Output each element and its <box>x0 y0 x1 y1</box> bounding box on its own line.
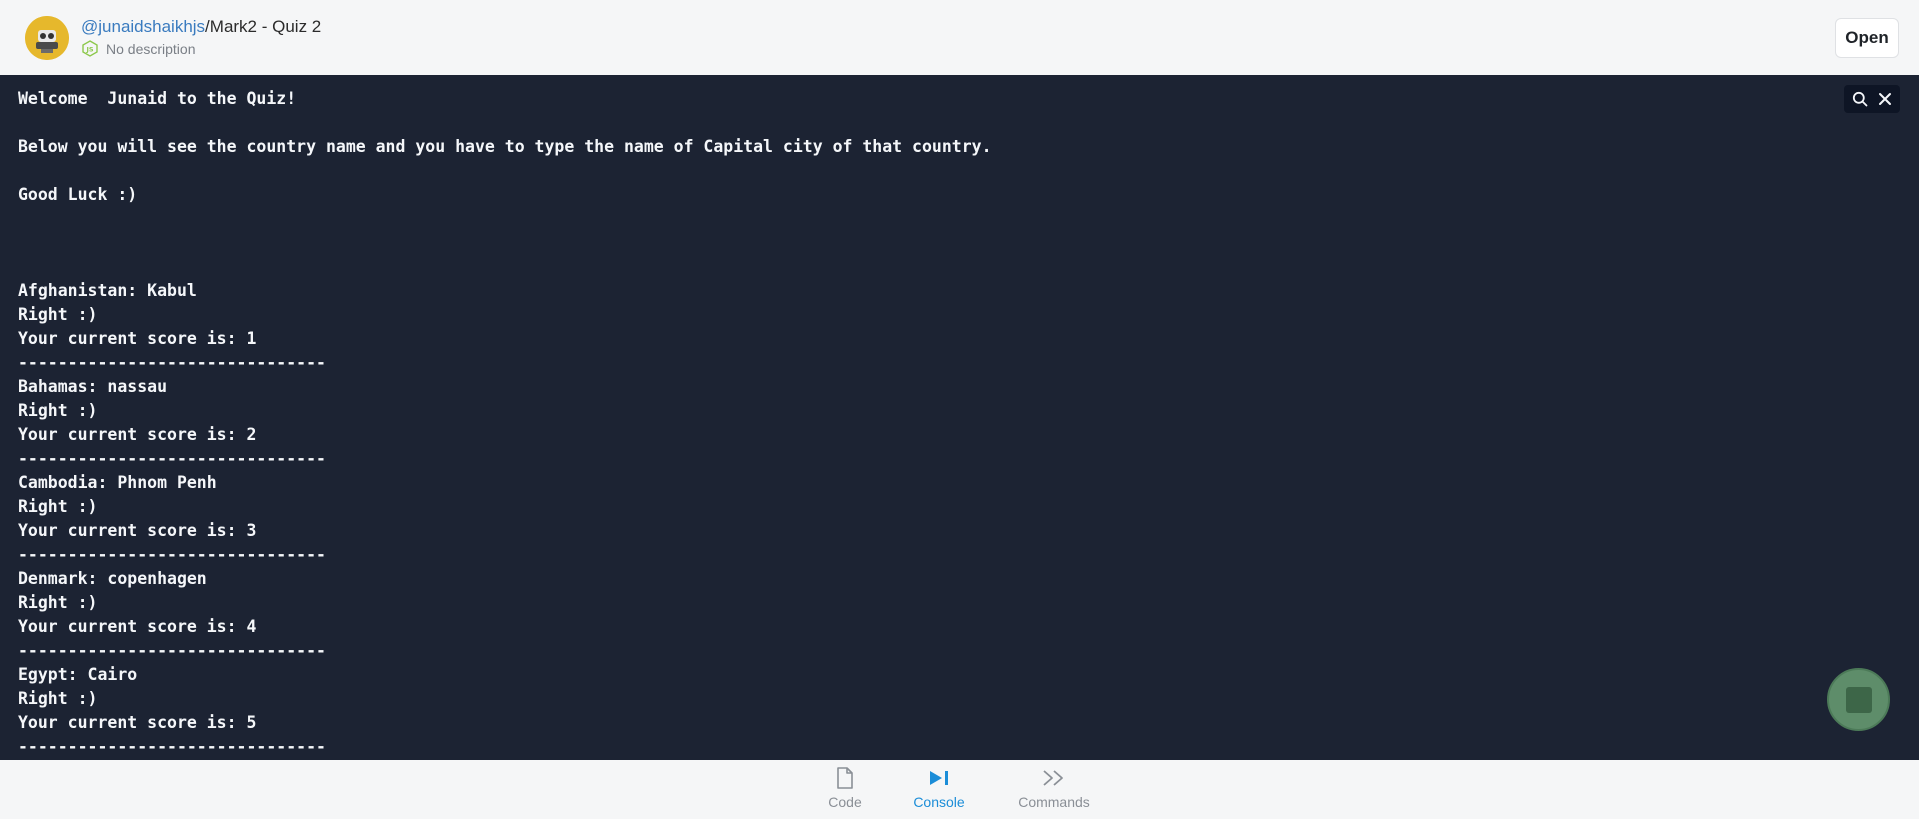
tab-console-label: Console <box>913 794 965 810</box>
console-line: Right :) <box>18 401 98 420</box>
console-line: Cambodia: Phnom Penh <box>18 473 217 492</box>
nodejs-icon: JS <box>82 40 98 57</box>
console-line: ------------------------------- <box>18 737 326 756</box>
stop-button[interactable] <box>1827 668 1890 731</box>
console-line: Right :) <box>18 497 98 516</box>
console-line: Right :) <box>18 305 98 324</box>
chevrons-right-icon <box>1041 766 1067 790</box>
tab-commands-label: Commands <box>1018 794 1090 810</box>
console-line: Your current score is: 1 <box>18 329 257 348</box>
console-line: Good Luck :) <box>18 185 138 204</box>
tab-console[interactable]: Console <box>894 766 984 816</box>
console-line: Your current score is: 3 <box>18 521 257 540</box>
description-text: No description <box>106 40 196 57</box>
tab-code-label: Code <box>828 794 862 810</box>
console-line: Your current score is: 4 <box>18 617 257 636</box>
svg-text:JS: JS <box>85 46 93 54</box>
console-toolbar <box>1844 85 1900 113</box>
console-line: Your current score is: 2 <box>18 425 257 444</box>
username-link[interactable]: @junaidshaikhjs <box>81 17 205 36</box>
console-line: ------------------------------- <box>18 353 326 372</box>
console-line: Below you will see the country name and … <box>18 137 992 156</box>
stop-icon <box>1845 686 1872 713</box>
console-output: Welcome Junaid to the Quiz! Below you wil… <box>18 87 992 760</box>
console-line: Denmark: copenhagen <box>18 569 207 588</box>
console-line: Welcome Junaid to the Quiz! <box>18 89 297 108</box>
close-icon[interactable] <box>1874 88 1896 110</box>
console-line: Egypt: Cairo <box>18 665 138 684</box>
console-line: Right :) <box>18 689 98 708</box>
repl-title: @junaidshaikhjs/Mark2 - Quiz 2 <box>81 17 321 37</box>
console-line: Afghanistan: Kabul <box>18 281 197 300</box>
tab-code[interactable]: Code <box>800 766 890 816</box>
file-icon <box>836 766 854 790</box>
tab-commands[interactable]: Commands <box>1009 766 1099 816</box>
console-line: Bahamas: nassau <box>18 377 168 396</box>
console-line: ------------------------------- <box>18 545 326 564</box>
console-line: ------------------------------- <box>18 641 326 660</box>
console-line: ------------------------------- <box>18 449 326 468</box>
console-line: Right :) <box>18 593 98 612</box>
bottom-tab-bar: Code Console Commands <box>0 760 1919 819</box>
avatar[interactable] <box>25 16 69 60</box>
open-button[interactable]: Open <box>1835 18 1899 58</box>
repl-header: @junaidshaikhjs/Mark2 - Quiz 2 JS No des… <box>0 0 1919 75</box>
repl-name: Mark2 - Quiz 2 <box>209 17 322 36</box>
console-line: Your current score is: 5 <box>18 713 257 732</box>
play-console-icon <box>927 766 951 790</box>
search-icon[interactable] <box>1849 88 1871 110</box>
avatar-image <box>25 16 69 60</box>
repl-description: JS No description <box>82 40 196 57</box>
console-panel[interactable]: Welcome Junaid to the Quiz! Below you wil… <box>0 75 1919 760</box>
